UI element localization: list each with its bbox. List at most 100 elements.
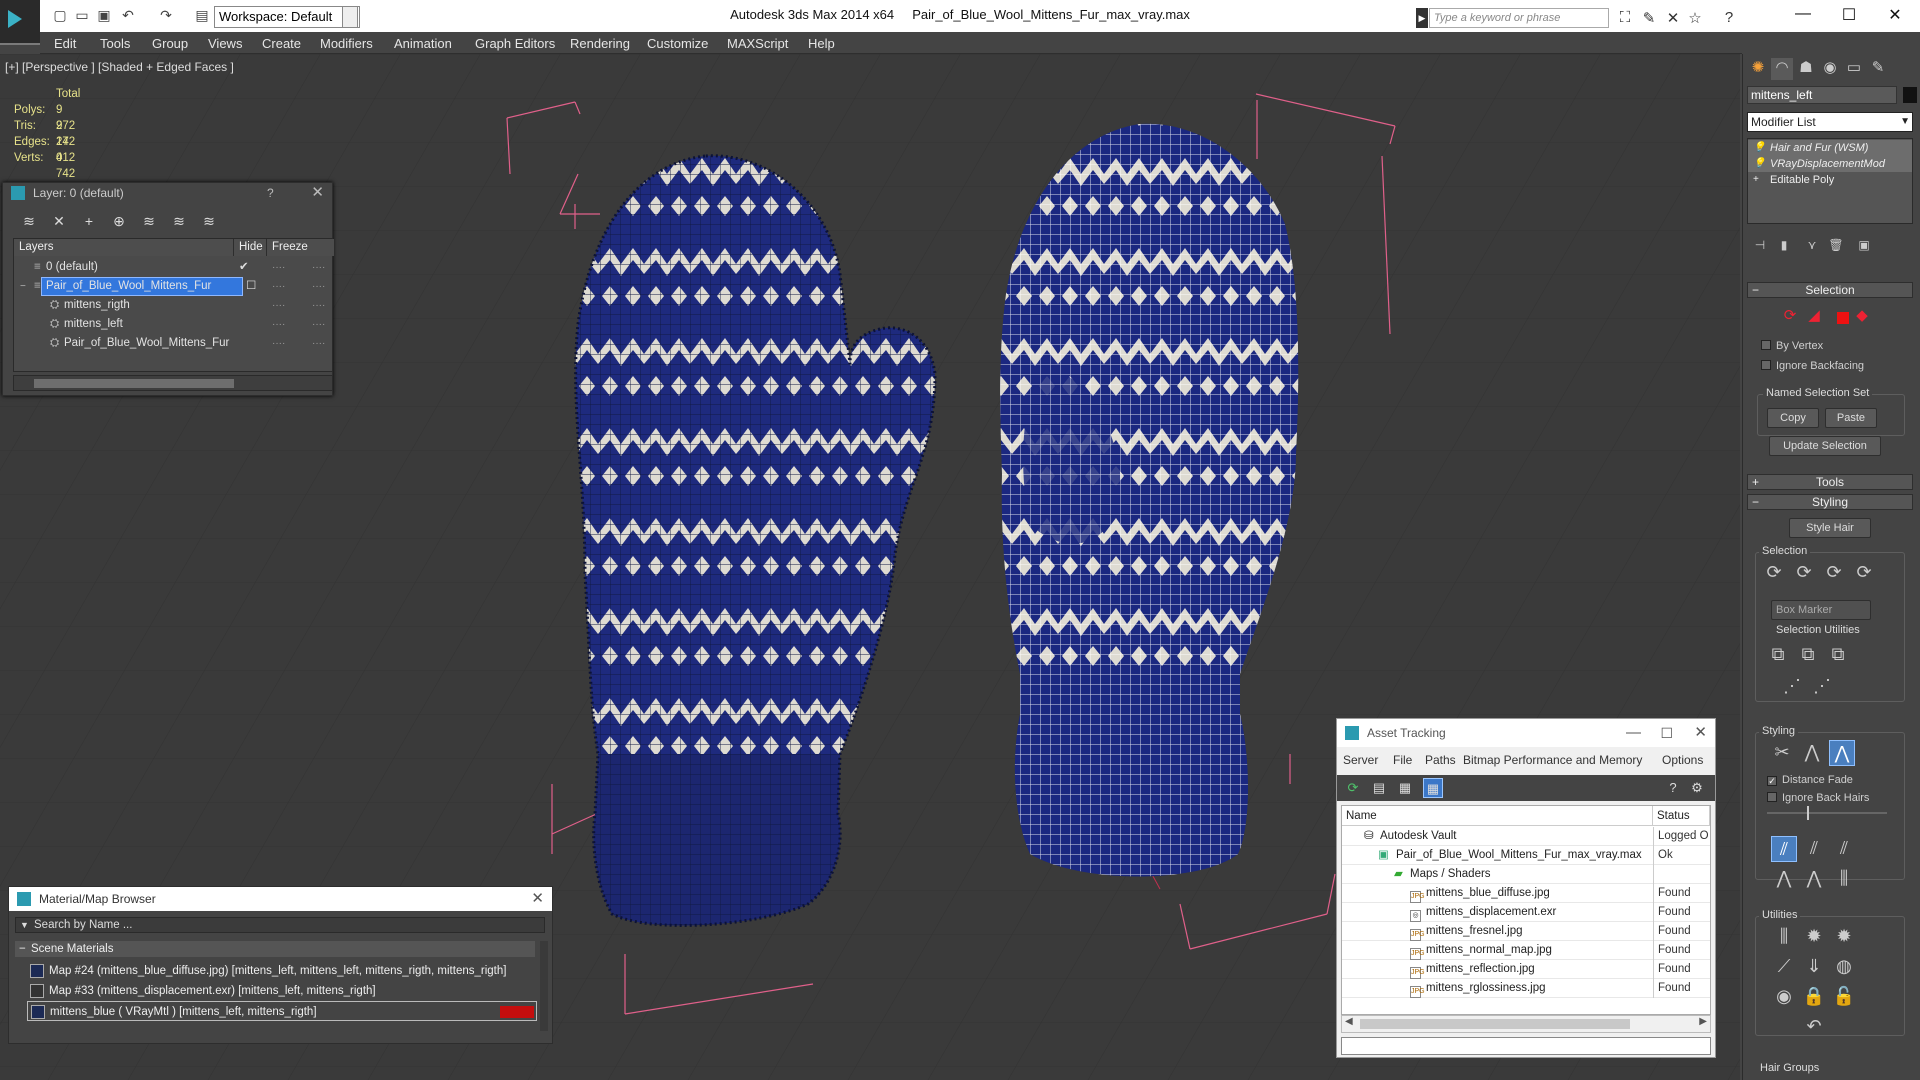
select-hair-vertices-icon[interactable]: ⟳	[1821, 560, 1847, 586]
show-hidden-icon[interactable]: ⋰	[1809, 674, 1835, 700]
material-item[interactable]: Map #33 (mittens_displacement.exr) [mitt…	[27, 981, 537, 1001]
remove-modifier-icon[interactable]: 🗑	[1825, 238, 1847, 260]
rotate-brush-icon[interactable]: ⋀	[1801, 866, 1827, 892]
scroll-left-icon[interactable]: ◀	[1345, 1016, 1353, 1027]
make-unique-icon[interactable]: ⋎	[1801, 238, 1823, 260]
delete-layer-icon[interactable]: ✕	[49, 213, 69, 233]
menu-maxscript[interactable]: MAXScript	[727, 36, 788, 51]
asset-horizontal-scrollbar[interactable]: ◀ ▶	[1341, 1015, 1711, 1033]
guides-icon[interactable]: ⟳	[1779, 306, 1801, 328]
favorites-star-icon[interactable]: ☆	[1686, 9, 1704, 27]
layer-row[interactable]: ≡ 0 (default) ✔ ···· ····	[14, 258, 332, 277]
layer-window-titlebar[interactable]: Layer: 0 (default) ? ✕	[3, 183, 332, 203]
menu-options[interactable]: Options	[1662, 753, 1703, 767]
close-icon[interactable]: ✕	[531, 887, 544, 911]
menu-help[interactable]: Help	[808, 36, 835, 51]
menu-animation[interactable]: Animation	[394, 36, 452, 51]
asset-row[interactable]: JPG mittens_reflection.jpg Found	[1342, 960, 1710, 979]
polygon-icon[interactable]	[1837, 312, 1849, 324]
settings-icon[interactable]: ⚙	[1687, 778, 1707, 798]
scrollbar-thumb[interactable]	[1360, 1019, 1630, 1029]
clump-icon[interactable]: ⋀	[1771, 866, 1797, 892]
modify-tab-icon[interactable]: ◠	[1771, 58, 1793, 80]
layer-row[interactable]: ⛭ mittens_rigth ···· ····	[14, 296, 332, 315]
layer-horizontal-scrollbar[interactable]	[13, 375, 333, 391]
comb-brush-icon[interactable]: ⋀	[1829, 740, 1855, 766]
close-icon[interactable]: ✕	[1694, 719, 1707, 747]
close-icon[interactable]: ✕	[311, 183, 324, 203]
styling-rollout-header[interactable]: − Styling	[1747, 494, 1913, 510]
invert-selection-icon[interactable]: ⧉	[1765, 642, 1791, 668]
select-hair-ends-icon[interactable]: ⟳	[1791, 560, 1817, 586]
hair-cut-icon[interactable]: ✂	[1769, 740, 1795, 766]
menu-server[interactable]: Server	[1343, 753, 1378, 767]
asset-row[interactable]: ▣ Pair_of_Blue_Wool_Mittens_Fur_max_vray.…	[1342, 846, 1710, 865]
search-input[interactable]: Type a keyword or phrase	[1429, 8, 1609, 28]
expand-icon[interactable]: −	[20, 277, 26, 296]
menu-bitmap-performance[interactable]: Bitmap Performance and Memory	[1463, 753, 1642, 767]
material-search-input[interactable]: ▼ Search by Name ...	[15, 917, 545, 933]
configure-sets-icon[interactable]: ▣	[1853, 238, 1875, 260]
help-icon[interactable]: ?	[267, 183, 274, 203]
freeze-toggle[interactable]: ····	[312, 296, 325, 315]
scrollbar-thumb[interactable]	[34, 379, 234, 388]
layer-row[interactable]: ⛭ Pair_of_Blue_Wool_Mittens_Fur ···· ···…	[14, 334, 332, 353]
show-end-result-icon[interactable]: ▮	[1773, 238, 1795, 260]
reset-rest-icon[interactable]: ⇓	[1801, 954, 1827, 980]
expand-selection-icon[interactable]: ⧉	[1825, 642, 1851, 668]
tree-view-icon[interactable]: ▦	[1395, 778, 1415, 798]
pop-selected-icon[interactable]: ✹	[1801, 924, 1827, 950]
material-item[interactable]: mittens_blue ( VRayMtl ) [mittens_left, …	[27, 1001, 537, 1021]
undo-icon[interactable]: ↶	[1801, 1014, 1827, 1040]
menu-rendering[interactable]: Rendering	[570, 36, 630, 51]
maximize-icon[interactable]: ☐	[1660, 719, 1673, 747]
select-brush-icon[interactable]: ⋀	[1799, 740, 1825, 766]
minimize-icon[interactable]: —	[1626, 719, 1641, 747]
freeze-all-icon[interactable]: ≋	[199, 213, 219, 233]
hierarchy-tab-icon[interactable]: ☗	[1795, 58, 1817, 80]
maximize-icon[interactable]: ☐	[1826, 5, 1872, 27]
column-layers[interactable]: Layers	[14, 239, 234, 256]
close-icon[interactable]: ✕	[1872, 5, 1918, 27]
scene-materials-group[interactable]: − Scene Materials	[15, 941, 535, 957]
face-icon[interactable]: ◢	[1803, 306, 1825, 328]
menu-graph-editors[interactable]: Graph Editors	[475, 36, 555, 51]
toggle-hair-icon[interactable]: ◉	[1771, 984, 1797, 1010]
select-hair-roots-icon[interactable]: ⟳	[1851, 560, 1877, 586]
menu-customize[interactable]: Customize	[647, 36, 708, 51]
box-marker-dropdown[interactable]: Box Marker	[1771, 600, 1871, 620]
select-hair-icon[interactable]: ⟳	[1761, 560, 1787, 586]
lightbulb-icon[interactable]: 💡	[1753, 156, 1765, 172]
scroll-right-icon[interactable]: ▶	[1699, 1016, 1707, 1027]
hide-toggle[interactable]: ····	[272, 334, 285, 353]
hide-selected-icon[interactable]: ⋰	[1779, 674, 1805, 700]
minimize-icon[interactable]: —	[1780, 5, 1826, 27]
menu-create[interactable]: Create	[262, 36, 301, 51]
menu-paths[interactable]: Paths	[1425, 753, 1456, 767]
select-objects-icon[interactable]: ⊕	[109, 213, 129, 233]
update-selection-button[interactable]: Update Selection	[1769, 436, 1881, 456]
hide-toggle[interactable]: ····	[272, 258, 285, 277]
display-tab-icon[interactable]: ▭	[1843, 58, 1865, 80]
column-hide[interactable]: Hide	[234, 239, 267, 256]
list-view-icon[interactable]: ▤	[1369, 778, 1389, 798]
hide-toggle[interactable]: ····	[272, 277, 285, 296]
stand-brush-icon[interactable]: ⫽	[1801, 836, 1827, 862]
material-item[interactable]: Map #24 (mittens_blue_diffuse.jpg) [mitt…	[27, 961, 537, 981]
copy-button[interactable]: Copy	[1767, 408, 1819, 428]
attenuate-icon[interactable]: ⫼	[1771, 924, 1797, 950]
pin-stack-icon[interactable]: ⊣	[1749, 238, 1771, 260]
element-icon[interactable]: ◆	[1851, 306, 1873, 328]
viewport-label[interactable]: [+] [Perspective ] [Shaded + Edged Faces…	[5, 60, 234, 74]
layer-row[interactable]: ⛭ mittens_left ···· ····	[14, 315, 332, 334]
asset-row[interactable]: JPG mittens_rglossiness.jpg Found	[1342, 979, 1710, 998]
current-layer-check[interactable]: ✔	[239, 258, 249, 277]
new-layer-icon[interactable]: ≋	[19, 213, 39, 233]
column-freeze[interactable]: Freeze	[267, 239, 334, 256]
object-color-swatch[interactable]	[1903, 87, 1917, 103]
ignore-back-hairs-checkbox[interactable]: Ignore Back Hairs	[1767, 792, 1869, 804]
slider-handle[interactable]	[1807, 806, 1809, 820]
asset-tracking-window[interactable]: Asset Tracking — ☐ ✕ Server File Paths B…	[1336, 718, 1716, 1058]
distance-fade-checkbox[interactable]: ✓ Distance Fade	[1767, 774, 1853, 786]
brush-size-slider[interactable]	[1767, 812, 1887, 814]
